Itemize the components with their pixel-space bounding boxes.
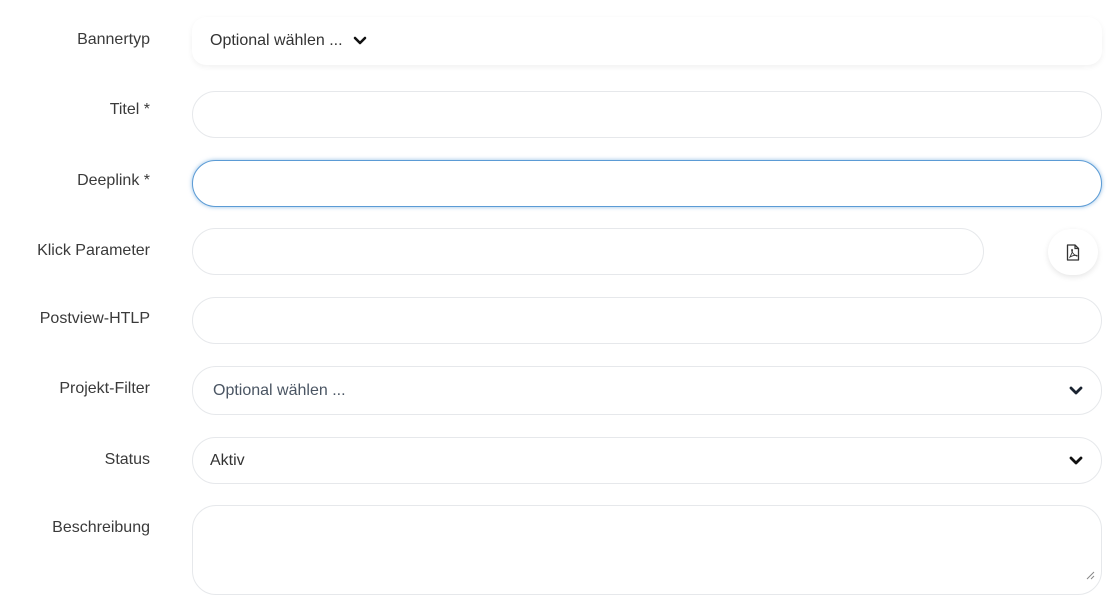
pdf-file-icon	[1066, 243, 1080, 261]
klick-parameter-label: Klick Parameter	[37, 242, 150, 259]
postview-label: Postview-HTLP	[39, 310, 150, 327]
projekt-filter-select[interactable]: Optional wählen ...	[192, 366, 1102, 415]
status-value: Aktiv	[210, 451, 245, 469]
bannertyp-value: Optional wählen ...	[210, 32, 343, 49]
bannertyp-label: Bannertyp	[77, 31, 150, 48]
chevron-down-icon	[1069, 386, 1083, 394]
titel-input[interactable]	[192, 91, 1102, 138]
status-label: Status	[104, 451, 150, 468]
titel-label: Titel *	[109, 101, 150, 118]
postview-input[interactable]	[192, 297, 1102, 344]
resize-handle-icon[interactable]	[1085, 570, 1095, 580]
chevron-down-icon	[1069, 456, 1083, 464]
bannertyp-select[interactable]: Optional wählen ...	[192, 17, 1102, 65]
pdf-button[interactable]	[1048, 229, 1098, 275]
beschreibung-textarea[interactable]	[192, 505, 1102, 595]
klick-parameter-input[interactable]	[192, 228, 984, 275]
beschreibung-label: Beschreibung	[52, 519, 150, 536]
deeplink-input[interactable]	[192, 160, 1102, 207]
chevron-down-icon	[353, 36, 366, 45]
status-select[interactable]: Aktiv	[192, 437, 1102, 484]
projekt-filter-value: Optional wählen ...	[213, 381, 346, 399]
deeplink-label: Deeplink *	[77, 172, 150, 189]
projekt-filter-label: Projekt-Filter	[59, 380, 150, 397]
